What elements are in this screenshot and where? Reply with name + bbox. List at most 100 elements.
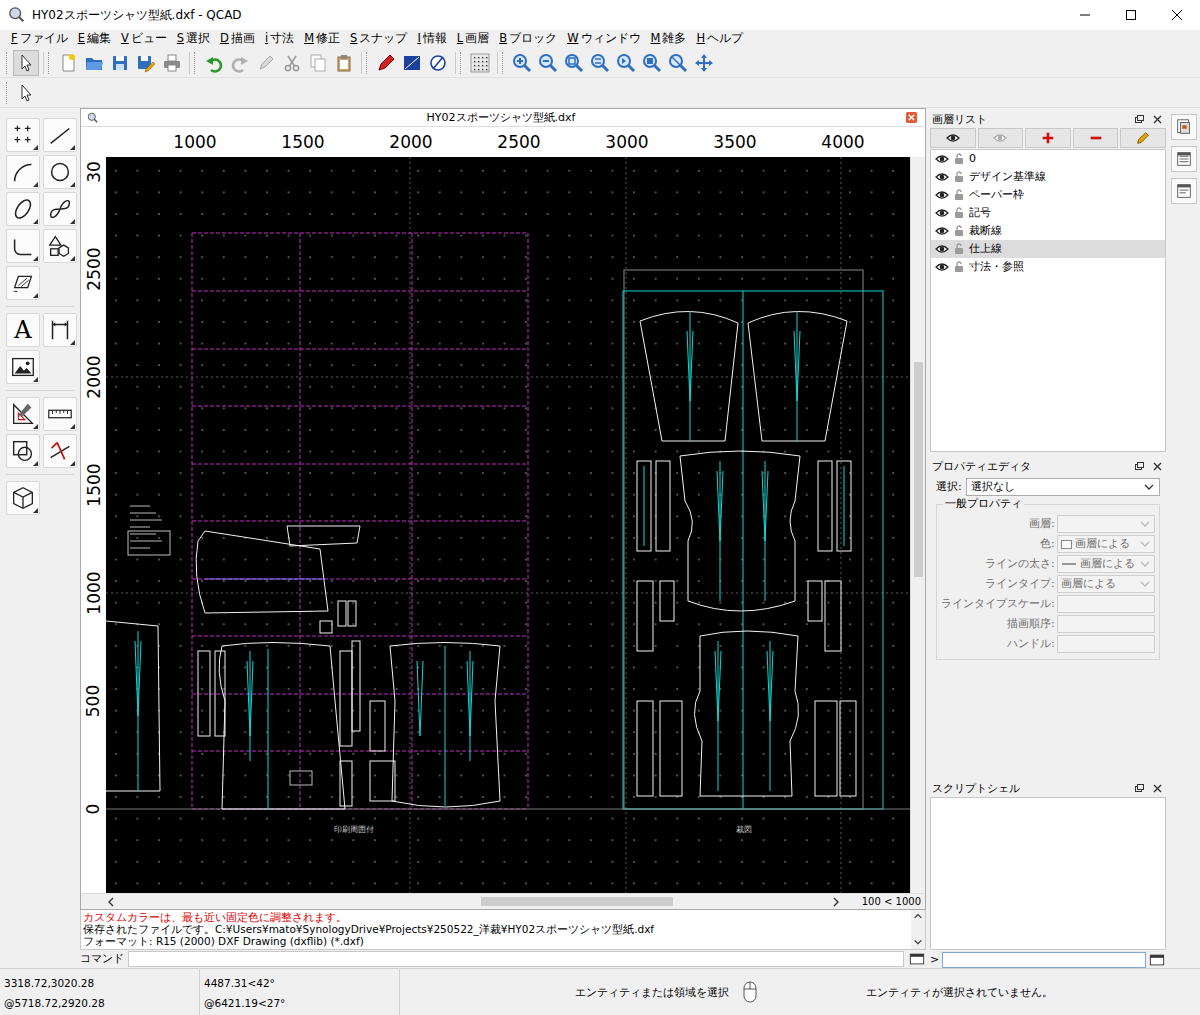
zoom-selection-button[interactable] — [639, 50, 665, 76]
menu-item[interactable]: M修正 — [299, 32, 345, 46]
eye-icon[interactable] — [935, 242, 949, 256]
layer-row[interactable]: デザイン基準線 — [931, 168, 1165, 186]
property-field[interactable] — [1057, 515, 1155, 533]
layer-row[interactable]: 仕上線 — [931, 240, 1165, 258]
layer-row[interactable]: 記号 — [931, 204, 1165, 222]
copy-button[interactable] — [305, 50, 331, 76]
zoom-auto-button[interactable] — [561, 50, 587, 76]
zoom-in-button[interactable] — [509, 50, 535, 76]
property-field[interactable] — [1057, 615, 1155, 633]
lock-icon[interactable] — [952, 242, 966, 256]
menu-item[interactable]: I情報 — [412, 32, 451, 46]
menu-item[interactable]: i寸法 — [260, 32, 299, 46]
layer-row[interactable]: 寸法・参照 — [931, 258, 1165, 276]
image-tool[interactable] — [6, 350, 40, 384]
ruler-tool[interactable] — [43, 397, 77, 431]
menu-item[interactable]: Vビュー — [116, 32, 172, 46]
command-input[interactable] — [128, 951, 904, 967]
line-tool[interactable] — [43, 118, 77, 152]
modify-tool[interactable] — [6, 434, 40, 468]
library-browser-button[interactable] — [1171, 114, 1197, 140]
pan-button[interactable] — [691, 50, 717, 76]
maximize-button[interactable] — [1108, 0, 1154, 30]
view-list-button[interactable] — [1171, 178, 1197, 204]
open-button[interactable] — [81, 50, 107, 76]
text-tool[interactable]: A — [6, 313, 40, 347]
eye-icon[interactable] — [935, 206, 949, 220]
property-field[interactable] — [1057, 595, 1155, 613]
property-field[interactable]: 画層による — [1057, 555, 1155, 573]
vertical-scrollbar[interactable] — [910, 157, 925, 893]
lock-icon[interactable] — [952, 224, 966, 238]
script-dock-button[interactable] — [1148, 952, 1166, 968]
property-field[interactable]: 画層による — [1057, 535, 1155, 553]
select-mode-button[interactable] — [13, 80, 39, 106]
circle-tool[interactable] — [43, 155, 77, 189]
selection-dropdown[interactable]: 選択なし — [966, 478, 1160, 496]
menu-item[interactable]: M雑多 — [646, 32, 692, 46]
layer-row[interactable]: 裁断線 — [931, 222, 1165, 240]
saveas-button[interactable] — [133, 50, 159, 76]
lock-icon[interactable] — [952, 188, 966, 202]
menu-item[interactable]: E編集 — [73, 32, 116, 46]
zoom-out-button[interactable] — [535, 50, 561, 76]
cube-tool[interactable] — [6, 481, 40, 515]
ellipse-tool[interactable] — [6, 192, 40, 226]
zoom-window-button[interactable] — [665, 50, 691, 76]
layer-row[interactable]: 0 — [931, 150, 1165, 168]
layer-panel-close-button[interactable] — [1150, 113, 1164, 127]
script-shell-close-button[interactable] — [1150, 782, 1164, 796]
show-all-layers-button[interactable] — [930, 128, 976, 148]
property-field[interactable]: 画層による — [1057, 575, 1155, 593]
script-shell-float-button[interactable] — [1132, 782, 1146, 796]
cut-button[interactable] — [279, 50, 305, 76]
block-list-button[interactable] — [1171, 146, 1197, 172]
select-button[interactable] — [13, 50, 39, 76]
redo-button[interactable] — [227, 50, 253, 76]
trim-tool[interactable] — [43, 434, 77, 468]
undo-button[interactable] — [201, 50, 227, 76]
menu-item[interactable]: Bブロック — [494, 32, 562, 46]
eye-icon[interactable] — [935, 188, 949, 202]
lock-icon[interactable] — [952, 170, 966, 184]
menu-item[interactable]: Hヘルプ — [691, 32, 748, 46]
close-button[interactable] — [1154, 0, 1200, 30]
set-square-tool[interactable] — [6, 397, 40, 431]
lock-icon[interactable] — [952, 206, 966, 220]
property-field[interactable] — [1057, 635, 1155, 653]
new-button[interactable] — [55, 50, 81, 76]
edit-layer-button[interactable] — [1120, 128, 1166, 148]
add-layer-button[interactable] — [1025, 128, 1071, 148]
menu-item[interactable]: S選択 — [172, 32, 215, 46]
horizontal-scrollbar[interactable]: 100 < 1000 — [81, 893, 925, 909]
color-button[interactable] — [399, 50, 425, 76]
print-button[interactable] — [159, 50, 185, 76]
paste-button[interactable] — [331, 50, 357, 76]
property-editor-close-button[interactable] — [1150, 460, 1164, 474]
arc-tool[interactable] — [6, 155, 40, 189]
zoom-redraw-button[interactable] — [613, 50, 639, 76]
eye-icon[interactable] — [935, 224, 949, 238]
pen-button[interactable] — [373, 50, 399, 76]
polyline-tool[interactable] — [6, 229, 40, 263]
property-editor-float-button[interactable] — [1132, 460, 1146, 474]
remove-layer-button[interactable] — [1073, 128, 1119, 148]
lock-icon[interactable] — [952, 152, 966, 166]
hide-all-layers-button[interactable] — [978, 128, 1024, 148]
menu-item[interactable]: Sスナップ — [345, 32, 412, 46]
close-document-button[interactable] — [903, 110, 919, 126]
eye-icon[interactable] — [935, 152, 949, 166]
lock-icon[interactable] — [952, 260, 966, 274]
script-input[interactable] — [942, 952, 1146, 968]
linetype-button[interactable] — [425, 50, 451, 76]
grid-button[interactable] — [467, 50, 493, 76]
pencil-button[interactable] — [253, 50, 279, 76]
menu-item[interactable]: Wウィンドウ — [562, 32, 645, 46]
menu-item[interactable]: D描画 — [215, 32, 260, 46]
zoom-previous-button[interactable] — [587, 50, 613, 76]
dimension-tool[interactable] — [43, 313, 77, 347]
eye-icon[interactable] — [935, 260, 949, 274]
save-button[interactable] — [107, 50, 133, 76]
hatch-tool[interactable] — [6, 266, 40, 300]
shapes-tool[interactable] — [43, 229, 77, 263]
